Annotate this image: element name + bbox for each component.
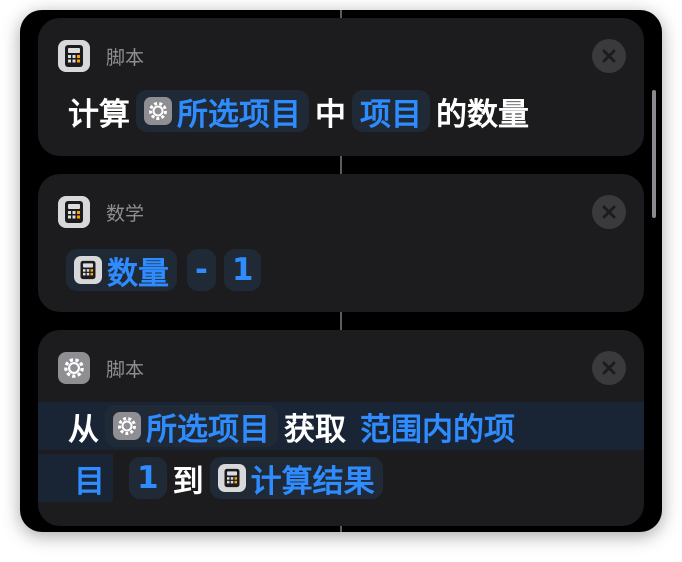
action-text-from: 从: [68, 411, 99, 448]
card-app-name: 脚本: [106, 358, 145, 381]
card-header: 数学: [58, 196, 144, 228]
action-card-math[interactable]: 数学 数量 - 1: [38, 174, 644, 312]
action-text-in: 中: [315, 96, 346, 133]
action-sentence-line-1: 从 所选项目 获取 范围内的项: [64, 404, 525, 448]
calculator-icon: [58, 196, 90, 228]
variable-token-count[interactable]: 数量: [66, 249, 177, 292]
parameter-token-items[interactable]: 项目: [352, 90, 430, 133]
gear-icon: [144, 97, 172, 125]
close-icon: [602, 205, 616, 219]
parameter-token-range-items[interactable]: 范围内的项: [352, 405, 523, 448]
remove-action-button[interactable]: [592, 39, 626, 73]
calculator-icon: [74, 256, 102, 284]
remove-action-button[interactable]: [592, 351, 626, 385]
scrollbar[interactable]: [652, 90, 656, 218]
token-label: 1: [231, 252, 254, 288]
shortcut-editor-window: 脚本 计算 所选项目 中 项目 的数量 数学 数量 - 1 脚本 从 所选项目 …: [20, 10, 662, 532]
card-header: 脚本: [58, 40, 144, 72]
number-token[interactable]: 1: [223, 249, 262, 291]
calculator-icon: [58, 40, 90, 72]
token-label: 目: [74, 463, 105, 500]
number-token-start[interactable]: 1: [129, 457, 167, 499]
variable-token-calc-result[interactable]: 计算结果: [209, 457, 383, 500]
action-card-get-range[interactable]: 脚本 从 所选项目 获取 范围内的项 目 1 到 计算结果: [38, 330, 644, 526]
card-app-name: 数学: [106, 202, 145, 225]
action-card-count[interactable]: 脚本 计算 所选项目 中 项目 的数量: [38, 18, 644, 156]
action-text-get: 获取: [284, 411, 346, 448]
token-label: 项目: [360, 96, 422, 133]
variable-token-selected-items[interactable]: 所选项目: [105, 405, 278, 448]
token-label: 所选项目: [146, 411, 270, 448]
action-sentence-line-2: 目 1 到 计算结果: [64, 456, 385, 500]
gear-icon: [58, 352, 90, 384]
token-label: 数量: [107, 255, 169, 292]
action-sentence: 计算 所选项目 中 项目 的数量: [64, 89, 533, 133]
variable-token-selected-items[interactable]: 所选项目: [136, 90, 309, 133]
calculator-icon: [217, 464, 246, 492]
token-label: 1: [137, 460, 159, 496]
card-header: 脚本: [58, 352, 144, 384]
close-icon: [602, 361, 616, 375]
action-text-to: 到: [172, 463, 204, 500]
token-label: -: [195, 252, 208, 288]
action-text-prefix: 计算: [68, 96, 130, 133]
close-icon: [602, 49, 616, 63]
remove-action-button[interactable]: [592, 195, 626, 229]
parameter-token-range-items-cont[interactable]: 目: [66, 457, 113, 500]
token-label: 范围内的项: [360, 411, 515, 448]
token-label: 所选项目: [177, 96, 301, 133]
gear-icon: [113, 412, 141, 440]
action-sentence: 数量 - 1: [64, 248, 263, 292]
card-app-name: 脚本: [106, 46, 145, 69]
operator-token[interactable]: -: [187, 249, 216, 291]
token-label: 计算结果: [250, 463, 375, 500]
action-text-suffix: 的数量: [436, 96, 529, 133]
